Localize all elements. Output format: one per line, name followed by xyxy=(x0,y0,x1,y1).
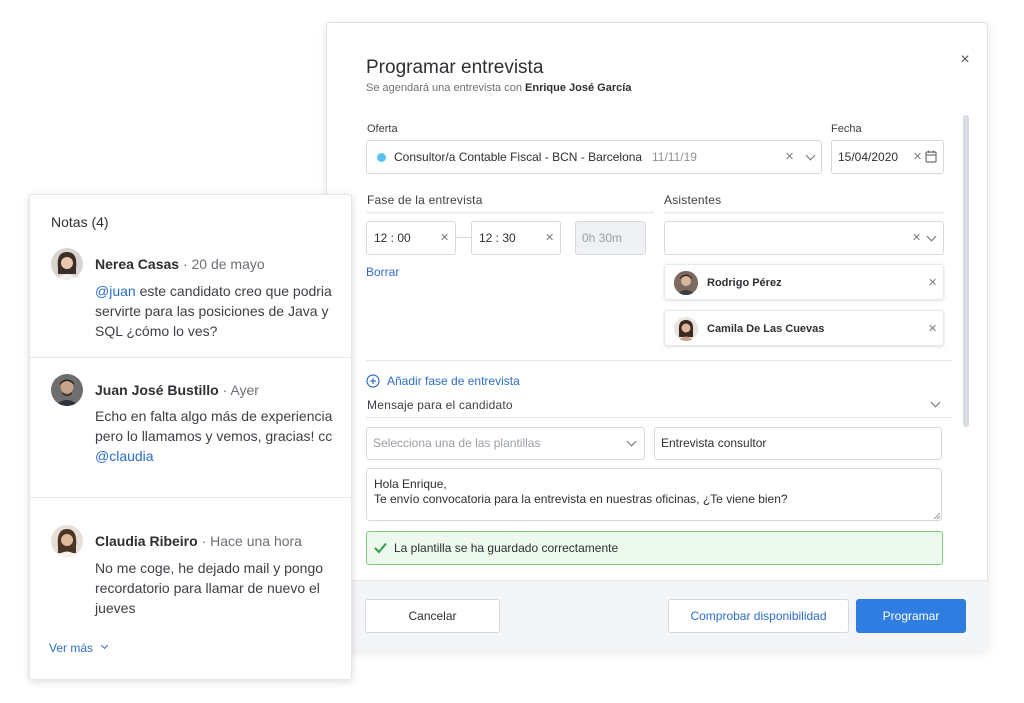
phase-divider xyxy=(366,212,654,213)
offer-status-dot-icon xyxy=(377,153,386,162)
offer-label: Oferta xyxy=(367,123,398,135)
message-line-2: Te envío convocatoria para la entrevista… xyxy=(374,492,788,506)
chevron-down-icon[interactable] xyxy=(626,436,637,447)
end-time-input[interactable]: 12 : 30 ✕ xyxy=(471,221,561,255)
offer-date: 11/11/19 xyxy=(652,150,697,164)
date-label: Fecha xyxy=(831,123,862,135)
start-time-input[interactable]: 12 : 00 ✕ xyxy=(366,221,456,255)
success-alert: La plantilla se ha guardado correctament… xyxy=(366,531,943,565)
schedule-interview-modal: Programar entrevista Se agendará una ent… xyxy=(326,22,988,650)
date-input[interactable]: 15/04/2020 ✕ xyxy=(831,140,944,174)
avatar xyxy=(51,525,83,557)
message-label: Mensaje para el candidato xyxy=(367,398,513,412)
phase-label: Fase de la entrevista xyxy=(367,193,483,207)
cancel-button[interactable]: Cancelar xyxy=(365,599,500,633)
scrollbar[interactable] xyxy=(963,115,969,427)
note-text: Echo en falta algo más de experiencia pe… xyxy=(95,406,335,466)
calendar-icon[interactable] xyxy=(925,150,937,163)
candidate-name: Enrique José García xyxy=(525,82,632,94)
note-author-name: Juan José Bustillo xyxy=(95,382,219,398)
attendee-name: Rodrigo Pérez xyxy=(707,277,782,289)
remove-attendee-icon[interactable]: ✕ xyxy=(928,276,937,289)
note-divider xyxy=(30,497,351,498)
close-icon[interactable]: × xyxy=(957,51,973,69)
success-text: La plantilla se ha guardado correctament… xyxy=(394,541,619,555)
message-divider xyxy=(366,417,952,418)
duration-field: 0h 30m xyxy=(575,221,646,255)
attendees-select[interactable]: ✕ xyxy=(664,221,944,255)
check-availability-button[interactable]: Comprobar disponibilidad xyxy=(668,599,849,633)
add-circle-icon xyxy=(366,374,380,388)
modal-subtitle: Se agendará una entrevista con Enrique J… xyxy=(366,82,631,94)
note-time: · Hace una hora xyxy=(201,533,302,549)
note-text-content: Echo en falta algo más de experiencia pe… xyxy=(95,408,333,444)
duration-value: 0h 30m xyxy=(582,231,623,245)
clear-phase-link[interactable]: Borrar xyxy=(366,265,399,279)
end-time-value: 12 : 30 xyxy=(479,231,516,245)
add-phase-label: Añadir fase de entrevista xyxy=(387,374,520,388)
date-value: 15/04/2020 xyxy=(838,150,899,164)
attendee-chip: Camila De Las Cuevas ✕ xyxy=(664,310,944,346)
end-time-clear-icon[interactable]: ✕ xyxy=(545,231,554,244)
note-divider xyxy=(30,357,351,358)
template-select[interactable]: Selecciona una de las plantillas xyxy=(366,427,645,460)
remove-attendee-icon[interactable]: ✕ xyxy=(928,322,937,335)
note-author-name: Nerea Casas xyxy=(95,256,180,272)
note-author: Juan José Bustillo · Ayer xyxy=(95,382,259,398)
message-line-1: Hola Enrique, xyxy=(374,477,447,491)
note-author: Claudia Ribeiro · Hace una hora xyxy=(95,533,302,549)
note-author-name: Claudia Ribeiro xyxy=(95,533,198,549)
attendees-divider xyxy=(664,212,944,213)
attendee-name: Camila De Las Cuevas xyxy=(707,323,825,335)
resize-handle-icon[interactable] xyxy=(933,512,941,520)
attendees-clear-icon[interactable]: ✕ xyxy=(912,231,921,244)
subtitle-prefix: Se agendará una entrevista con xyxy=(366,82,522,94)
chevron-down-icon[interactable] xyxy=(805,150,816,161)
attendee-chip: Rodrigo Pérez ✕ xyxy=(664,264,944,300)
note-text: No me coge, he dejado mail y pongo recor… xyxy=(95,560,324,616)
template-placeholder: Selecciona una de las plantillas xyxy=(373,436,541,450)
start-time-value: 12 : 00 xyxy=(374,231,411,245)
modal-title: Programar entrevista xyxy=(366,57,544,78)
template-name-value: Entrevista consultor xyxy=(661,436,767,450)
see-more-label: Ver más xyxy=(49,641,94,655)
mention-link[interactable]: @claudia xyxy=(95,448,154,464)
template-name-input[interactable]: Entrevista consultor xyxy=(654,427,942,460)
collapse-chevron-icon[interactable] xyxy=(930,397,941,408)
schedule-button[interactable]: Programar xyxy=(856,599,966,633)
offer-value: Consultor/a Contable Fiscal - BCN - Barc… xyxy=(394,150,643,164)
offer-select[interactable]: Consultor/a Contable Fiscal - BCN - Barc… xyxy=(366,140,822,174)
note-time: · Ayer xyxy=(222,382,259,398)
avatar xyxy=(51,248,83,280)
notes-panel: Notas (4) Nerea Casas · 20 de mayo @juan… xyxy=(29,194,352,680)
avatar xyxy=(674,271,698,295)
message-body: Hola Enrique, Te envío convocatoria para… xyxy=(374,477,788,507)
note-author: Nerea Casas · 20 de mayo xyxy=(95,256,265,272)
note-text: @juan este candidato creo que podria ser… xyxy=(95,281,335,341)
modal-footer: Cancelar Comprobar disponibilidad Progra… xyxy=(328,580,988,650)
time-range-connector xyxy=(456,237,471,238)
message-textarea[interactable]: Hola Enrique, Te envío convocatoria para… xyxy=(366,468,942,521)
note-time: · 20 de mayo xyxy=(182,256,265,272)
mention-link[interactable]: @juan xyxy=(95,283,136,299)
chevron-down-icon[interactable] xyxy=(926,231,937,242)
check-icon xyxy=(374,542,387,554)
avatar xyxy=(51,374,83,406)
section-divider xyxy=(366,360,952,361)
notes-title: Notas (4) xyxy=(51,214,109,230)
offer-clear-icon[interactable]: ✕ xyxy=(785,150,794,163)
chevron-down-icon xyxy=(100,641,109,650)
date-clear-icon[interactable]: ✕ xyxy=(913,150,922,163)
start-time-clear-icon[interactable]: ✕ xyxy=(440,231,449,244)
attendees-label: Asistentes xyxy=(664,193,722,207)
avatar xyxy=(674,317,698,341)
